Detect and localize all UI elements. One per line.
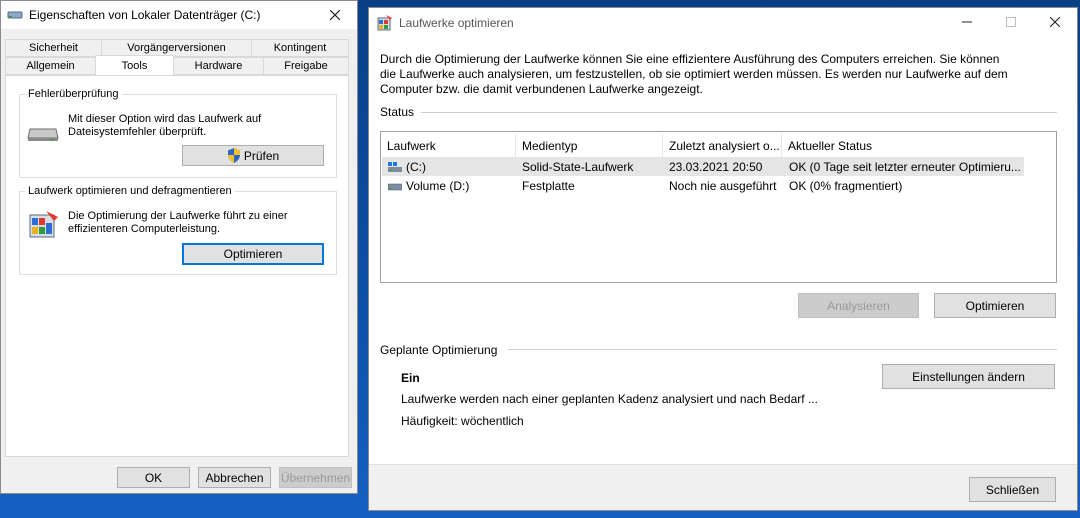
change-settings-button[interactable]: Einstellungen ändern	[882, 364, 1055, 389]
status-label: Status	[380, 105, 415, 119]
intro-line-2: die Laufwerke auch analysieren, um festz…	[380, 67, 1008, 81]
tab-tools[interactable]: Tools	[95, 55, 174, 75]
optimize-window: Laufwerke optimieren Durch die Optimieru…	[368, 7, 1078, 511]
scheduled-section-label: Geplante Optimierung	[380, 343, 498, 357]
cancel-button[interactable]: Abbrechen	[198, 467, 271, 488]
hdd-icon	[388, 180, 402, 192]
drive-row-status: OK (0% fragmentiert)	[789, 178, 903, 193]
close-icon[interactable]	[313, 1, 357, 29]
properties-window: Eigenschaften von Lokaler Datenträger (C…	[0, 0, 358, 494]
drive-icon	[7, 9, 23, 21]
scheduled-state: Ein	[401, 371, 420, 385]
close-icon[interactable]	[1033, 8, 1077, 36]
shield-icon	[227, 148, 241, 163]
status-divider	[421, 112, 1057, 113]
optimize-desc-1: Die Optimierung der Laufwerke führt zu e…	[68, 210, 288, 222]
ssd-icon	[388, 161, 402, 173]
ok-button[interactable]: OK	[117, 467, 190, 488]
properties-titlebar[interactable]: Eigenschaften von Lokaler Datenträger (C…	[1, 1, 357, 29]
minimize-icon[interactable]	[945, 8, 989, 36]
optimize-drive-button-label: Optimieren	[223, 247, 283, 261]
scheduled-frequency: Häufigkeit: wöchentlich	[401, 414, 524, 428]
tab-hardware[interactable]: Hardware	[173, 57, 264, 75]
drive-row-media: Solid-State-Laufwerk	[522, 159, 634, 174]
column-aktueller-status[interactable]: Aktueller Status	[782, 134, 1026, 158]
column-laufwerk[interactable]: Laufwerk	[381, 134, 516, 158]
optimize-title: Laufwerke optimieren	[399, 15, 514, 30]
intro-line-1: Durch die Optimierung der Laufwerke könn…	[380, 52, 1000, 66]
drive-row-name: (C:)	[388, 157, 516, 176]
scheduled-divider	[508, 349, 1057, 350]
optimize-titlebar[interactable]: Laufwerke optimieren	[369, 8, 1077, 37]
maximize-icon[interactable]	[989, 8, 1033, 36]
drive-row-name: Volume (D:)	[388, 176, 516, 195]
optimize-group-title: Laufwerk optimieren und defragmentieren	[25, 185, 235, 197]
drive-row-c[interactable]: (C:) Solid-State-Laufwerk 23.03.2021 20:…	[382, 157, 1024, 176]
drive-row-d[interactable]: Volume (D:) Festplatte Noch nie ausgefüh…	[382, 176, 1024, 195]
optimize-desc-2: effizienteren Computerleistung.	[68, 223, 221, 235]
check-button-label: Prüfen	[243, 148, 280, 163]
close-button[interactable]: Schließen	[969, 477, 1056, 502]
optimize-button[interactable]: Optimieren	[934, 293, 1056, 318]
drive-row-media: Festplatte	[522, 178, 575, 193]
tab-freigabe[interactable]: Freigabe	[263, 57, 349, 75]
check-button[interactable]: Prüfen	[182, 145, 324, 166]
intro-line-3: Computer bzw. die damit verbundenen Lauf…	[380, 82, 703, 96]
drive-row-status: OK (0 Tage seit letzter erneuter Optimie…	[789, 159, 1021, 174]
error-check-desc-2: Dateisystemfehler überprüft.	[68, 126, 207, 138]
drive-icon	[27, 124, 59, 142]
properties-title: Eigenschaften von Lokaler Datenträger (C…	[29, 8, 261, 22]
column-zuletzt-analysiert[interactable]: Zuletzt analysiert o...	[663, 134, 782, 158]
analyze-button[interactable]: Analysieren	[798, 293, 919, 318]
optimize-drive-button[interactable]: Optimieren	[182, 243, 324, 265]
scheduled-description: Laufwerke werden nach einer geplanten Ka…	[401, 392, 818, 406]
tab-sicherheit[interactable]: Sicherheit	[5, 39, 102, 57]
tab-allgemein[interactable]: Allgemein	[5, 57, 96, 75]
error-check-desc-1: Mit dieser Option wird das Laufwerk auf	[68, 113, 262, 125]
error-check-title: Fehlerüberprüfung	[25, 88, 122, 100]
defrag-icon	[28, 209, 60, 241]
tab-kontingent[interactable]: Kontingent	[251, 39, 349, 57]
drive-row-last-analyzed: 23.03.2021 20:50	[669, 159, 763, 174]
apply-button[interactable]: Übernehmen	[279, 467, 352, 488]
drive-list[interactable]: Laufwerk Medientyp Zuletzt analysiert o.…	[380, 131, 1057, 283]
drive-row-last-analyzed: Noch nie ausgeführt	[669, 178, 777, 193]
column-medientyp[interactable]: Medientyp	[516, 134, 663, 158]
defrag-icon	[377, 14, 393, 31]
